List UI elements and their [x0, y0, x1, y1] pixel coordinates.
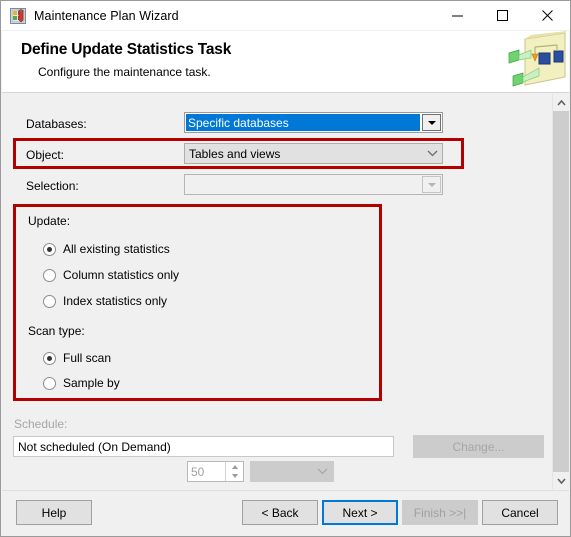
scrollbar-thumb[interactable]	[553, 111, 569, 472]
title-bar: Maintenance Plan Wizard	[1, 1, 570, 30]
selection-label: Selection:	[26, 179, 79, 193]
sample-by-spinner[interactable]: 50	[187, 461, 244, 482]
selection-combo-value	[185, 175, 421, 194]
page-title: Define Update Statistics Task	[21, 41, 232, 58]
radio-label: Column statistics only	[63, 268, 180, 282]
sample-by-value: 50	[191, 464, 205, 479]
wizard-header: Define Update Statistics Task Configure …	[2, 31, 569, 93]
schedule-label: Schedule:	[14, 417, 68, 431]
databases-combo[interactable]: Specific databases	[184, 112, 443, 133]
chevron-down-icon[interactable]	[553, 472, 569, 489]
help-button[interactable]: Help	[16, 500, 92, 525]
update-group: Update: All existing statistics Column s…	[13, 204, 382, 401]
page-subtitle: Configure the maintenance task.	[38, 65, 211, 79]
stepper-down-icon[interactable]	[226, 472, 243, 482]
radio-mark-icon	[43, 376, 56, 390]
radio-mark-icon	[43, 351, 56, 365]
databases-combo-arrow[interactable]	[422, 114, 441, 131]
object-label: Object:	[26, 148, 65, 162]
selection-combo[interactable]	[184, 174, 443, 195]
radio-mark-icon	[43, 294, 56, 308]
databases-combo-value: Specific databases	[186, 114, 420, 131]
radio-mark-icon	[43, 268, 56, 282]
chevron-down-icon[interactable]	[422, 150, 442, 157]
radio-full-scan[interactable]: Full scan	[43, 351, 111, 365]
maintenance-plan-diagram-icon	[491, 31, 567, 93]
radio-sample-by[interactable]: Sample by	[43, 376, 120, 390]
window-title: Maintenance Plan Wizard	[34, 8, 179, 23]
change-schedule-button[interactable]: Change...	[413, 435, 544, 458]
next-button[interactable]: Next >	[322, 500, 398, 525]
radio-label: Index statistics only	[63, 294, 168, 308]
maintenance-plan-icon	[10, 7, 26, 24]
update-group-title: Update:	[28, 214, 71, 228]
databases-label: Databases:	[26, 117, 87, 131]
object-combo[interactable]: Tables and views	[184, 143, 443, 164]
radio-all-existing-statistics[interactable]: All existing statistics	[43, 242, 170, 256]
object-combo-value: Tables and views	[189, 146, 281, 161]
cancel-button[interactable]: Cancel	[482, 500, 558, 525]
wizard-content: Databases: Specific databases Object: Ta…	[2, 94, 569, 489]
close-icon[interactable]	[525, 1, 570, 30]
chevron-down-icon	[427, 120, 436, 125]
sample-by-stepper[interactable]	[225, 462, 243, 481]
stepper-up-icon[interactable]	[226, 462, 243, 472]
chevron-down-icon[interactable]	[311, 468, 333, 475]
radio-column-statistics-only[interactable]: Column statistics only	[43, 268, 179, 282]
radio-mark-icon	[43, 242, 56, 256]
maintenance-plan-wizard-window: Maintenance Plan Wizard Define Update St…	[0, 0, 571, 537]
radio-label: All existing statistics	[63, 242, 170, 256]
finish-button[interactable]: Finish >>|	[402, 500, 478, 525]
back-button[interactable]: < Back	[242, 500, 318, 525]
schedule-field[interactable]: Not scheduled (On Demand)	[13, 436, 394, 457]
minimize-icon[interactable]	[435, 1, 480, 30]
wizard-footer: Help < Back Next > Finish >>| Cancel	[2, 490, 569, 536]
radio-label: Sample by	[63, 376, 120, 390]
content-scrollbar[interactable]	[552, 94, 569, 489]
maximize-icon[interactable]	[480, 1, 525, 30]
radio-index-statistics-only[interactable]: Index statistics only	[43, 294, 167, 308]
schedule-field-value: Not scheduled (On Demand)	[18, 439, 171, 454]
selection-combo-arrow[interactable]	[422, 176, 441, 193]
sample-units-combo[interactable]	[250, 461, 334, 482]
chevron-up-icon[interactable]	[553, 94, 569, 111]
scan-type-title: Scan type:	[28, 324, 85, 338]
chevron-down-icon	[427, 182, 436, 187]
radio-label: Full scan	[63, 351, 112, 365]
